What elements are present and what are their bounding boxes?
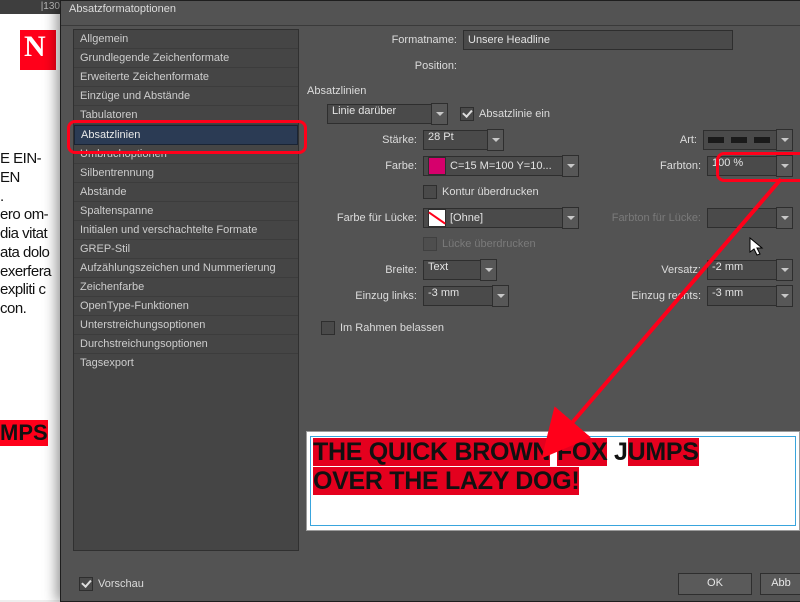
formatname-input[interactable] <box>463 30 733 50</box>
sidebar-item-16[interactable]: Durchstreichungsoptionen <box>74 335 298 354</box>
sidebar-item-10[interactable]: Initialen und verschachtelte Formate <box>74 221 298 240</box>
mouse-cursor-icon <box>749 237 765 257</box>
sidebar-item-5[interactable]: Absatzlinien <box>74 125 298 145</box>
sidebar-item-6[interactable]: Umbruchoptionen <box>74 145 298 164</box>
rule-on-checkbox[interactable] <box>460 107 474 121</box>
offset-label: Versatz: <box>641 264 707 276</box>
sidebar-item-0[interactable]: Allgemein <box>74 30 298 49</box>
width-select[interactable]: Text <box>423 259 497 281</box>
doc-highlight-block: N <box>20 30 56 70</box>
gap-color-select[interactable]: [Ohne] <box>423 207 579 229</box>
color-label: Farbe: <box>307 160 423 172</box>
rule-which-select[interactable]: Linie darüber <box>327 103 448 125</box>
sidebar-item-3[interactable]: Einzüge und Abstände <box>74 87 298 106</box>
ok-button[interactable]: OK <box>678 573 752 595</box>
tint-label: Farbton: <box>641 160 707 172</box>
cancel-button[interactable]: Abb <box>760 573 800 595</box>
overprint-stroke-checkbox[interactable] <box>423 185 437 199</box>
strength-select[interactable]: 28 Pt <box>423 129 504 151</box>
preview-text: THE QUICK BROWN FOX JUMPS OVER THE LAZY … <box>313 438 793 496</box>
indent-right-label: Einzug rechts: <box>611 290 707 302</box>
sidebar-item-4[interactable]: Tabulatoren <box>74 106 298 125</box>
indent-left-label: Einzug links: <box>307 290 423 302</box>
none-swatch-icon <box>428 209 446 227</box>
paragraph-style-options-dialog: Absatzformatoptionen AllgemeinGrundlegen… <box>60 0 800 602</box>
sidebar-item-8[interactable]: Abstände <box>74 183 298 202</box>
doc-body-text: E EIN-EN. ero om-dia vitatata doloexerfe… <box>0 150 60 319</box>
tint-input[interactable]: 100 % <box>707 155 793 177</box>
keep-in-frame-label: Im Rahmen belassen <box>340 322 444 334</box>
position-label: Position: <box>347 60 463 72</box>
preview-checkbox-label: Vorschau <box>98 578 144 590</box>
ruler: |130 <box>0 0 64 14</box>
section-heading: Absatzlinien <box>307 85 793 97</box>
preview-area: THE QUICK BROWN FOX JUMPS OVER THE LAZY … <box>306 431 800 531</box>
dialog-title: Absatzformatoptionen <box>61 1 800 26</box>
sidebar-item-17[interactable]: Tagsexport <box>74 354 298 372</box>
sidebar-item-11[interactable]: GREP-Stil <box>74 240 298 259</box>
dialog-footer: Vorschau OK Abb <box>61 567 800 601</box>
color-select[interactable]: C=15 M=100 Y=10... <box>423 155 579 177</box>
stroke-type-select[interactable] <box>703 129 793 151</box>
stroke-dashed-preview-icon <box>706 135 774 145</box>
svg-text:N: N <box>24 30 46 63</box>
sidebar-item-7[interactable]: Silbentrennung <box>74 164 298 183</box>
sidebar-item-2[interactable]: Erweiterte Zeichenformate <box>74 68 298 87</box>
overprint-stroke-label: Kontur überdrucken <box>442 186 539 198</box>
doc-headline-fragment: MPS <box>0 420 48 446</box>
gap-color-label: Farbe für Lücke: <box>307 212 423 224</box>
indent-left-input[interactable]: -3 mm <box>423 285 509 307</box>
gap-tint-label: Farbton für Lücke: <box>591 212 707 224</box>
offset-input[interactable]: -2 mm <box>707 259 793 281</box>
keep-in-frame-checkbox[interactable] <box>321 321 335 335</box>
sidebar-item-15[interactable]: Unterstreichungsoptionen <box>74 316 298 335</box>
formatname-label: Formatname: <box>347 34 463 46</box>
sidebar-item-14[interactable]: OpenType-Funktionen <box>74 297 298 316</box>
gap-overprint-checkbox <box>423 237 437 251</box>
rule-on-label: Absatzlinie ein <box>479 108 550 120</box>
sidebar-item-12[interactable]: Aufzählungszeichen und Nummerierung <box>74 259 298 278</box>
type-label: Art: <box>657 134 703 146</box>
sidebar-item-13[interactable]: Zeichenfarbe <box>74 278 298 297</box>
color-swatch-icon <box>428 157 446 175</box>
preview-checkbox[interactable] <box>79 577 93 591</box>
strength-label: Stärke: <box>307 134 423 146</box>
sidebar-item-9[interactable]: Spaltenspanne <box>74 202 298 221</box>
category-sidebar: AllgemeinGrundlegende ZeichenformateErwe… <box>73 29 299 551</box>
sidebar-item-1[interactable]: Grundlegende Zeichenformate <box>74 49 298 68</box>
gap-tint-input <box>707 207 793 229</box>
gap-overprint-label: Lücke überdrucken <box>442 238 536 250</box>
indent-right-input[interactable]: -3 mm <box>707 285 793 307</box>
width-label: Breite: <box>307 264 423 276</box>
